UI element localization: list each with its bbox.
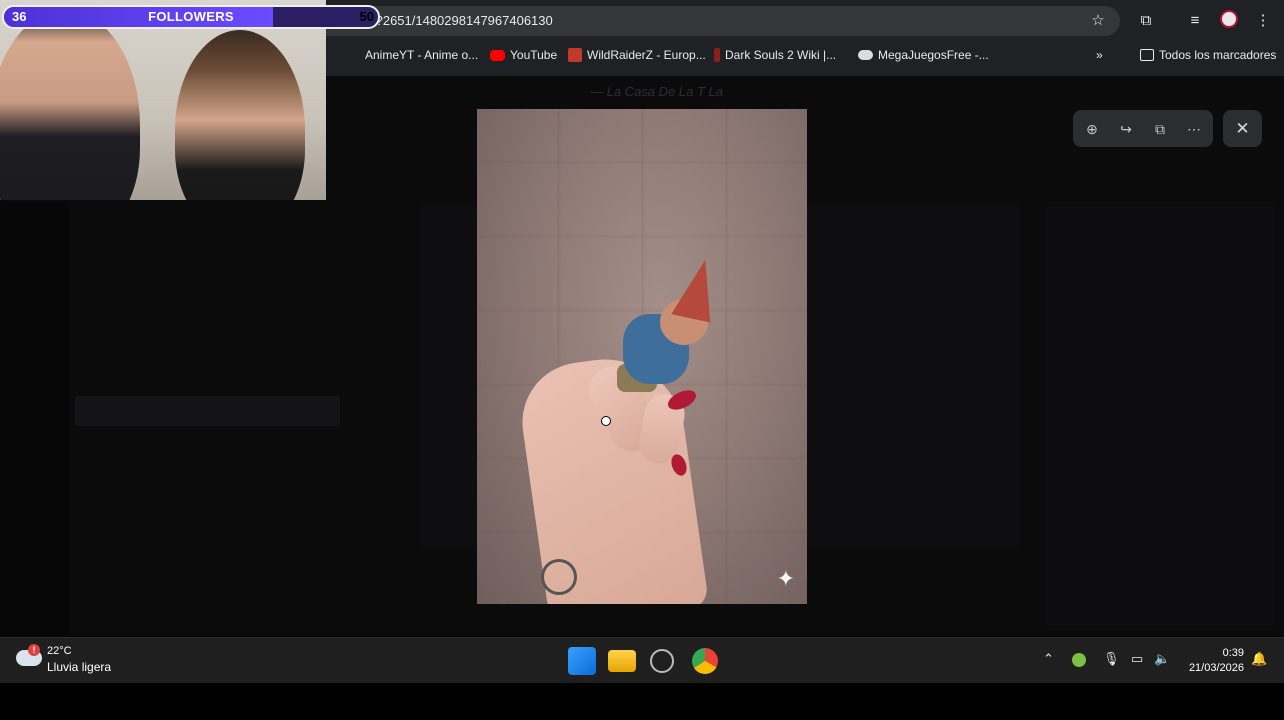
youtube-icon <box>490 49 505 61</box>
tray-app-icon[interactable] <box>1072 653 1086 667</box>
weather-alert-badge: ! <box>28 644 40 656</box>
zoom-in-icon[interactable]: ⊕ <box>1081 118 1103 140</box>
weather-temp: 22°C <box>47 645 72 657</box>
all-bookmarks-label: Todos los marcadores <box>1159 48 1277 62</box>
darksouls-icon <box>714 48 720 62</box>
followers-goal: 50 <box>359 9 374 24</box>
clock-date: 21/03/2026 <box>1188 662 1244 674</box>
media-control-icon[interactable]: ≡ <box>1184 10 1206 32</box>
wildraiderz-icon <box>568 48 582 62</box>
person-left <box>0 10 140 200</box>
tattoo <box>541 559 577 595</box>
chrome-icon[interactable] <box>692 648 718 674</box>
profile-avatar[interactable] <box>1218 10 1240 32</box>
close-icon[interactable]: ✕ <box>1223 110 1262 147</box>
star-icon[interactable]: ☆ <box>1087 10 1109 32</box>
bookmarks-bar: AnimeYT - Anime o... YouTube WildRaiderZ… <box>340 44 1284 68</box>
bookmark-wildraiderz[interactable]: WildRaiderZ - Europ... <box>568 48 706 62</box>
viewer-toolbar: ⊕ ↪ ⧉ ⋯ <box>1073 110 1213 147</box>
server-rail <box>0 201 70 641</box>
channel-highlight <box>75 396 340 426</box>
file-explorer-icon[interactable] <box>608 650 636 672</box>
clock-time: 0:39 <box>1222 647 1244 659</box>
microphone-icon[interactable]: 🎙 <box>1103 651 1120 667</box>
weather-desc: Lluvia ligera <box>47 660 112 674</box>
weather-widget[interactable]: ! 22°C Lluvia ligera <box>16 644 126 678</box>
windows-taskbar <box>0 637 1284 684</box>
bookmark-label: Dark Souls 2 Wiki |... <box>725 48 837 62</box>
all-bookmarks[interactable]: Todos los marcadores <box>1140 48 1276 62</box>
webcam-feed <box>0 0 326 200</box>
app-icon[interactable] <box>650 649 674 673</box>
letterbox <box>0 683 1284 720</box>
bookmark-animeyt[interactable]: AnimeYT - Anime o... <box>365 48 478 62</box>
sparkle-icon: ✦ <box>776 566 795 591</box>
system-clock[interactable]: 0:39 21/03/2026 <box>1189 646 1244 676</box>
more-icon[interactable]: ⋯ <box>1183 118 1205 140</box>
folder-icon <box>1140 49 1154 61</box>
gamepad-icon <box>858 50 873 60</box>
bookmark-darksouls[interactable]: Dark Souls 2 Wiki |... <box>714 48 836 62</box>
open-external-icon[interactable]: ⧉ <box>1149 118 1171 140</box>
notification-icon[interactable]: 🔔 <box>1251 651 1267 667</box>
chevron-up-icon[interactable]: ⌃ <box>1043 651 1054 667</box>
bookmark-label: YouTube <box>510 48 558 62</box>
member-list <box>1045 206 1275 626</box>
mouse-cursor <box>601 416 611 426</box>
start-icon[interactable] <box>568 647 596 675</box>
bookmark-label: MegaJuegosFree -... <box>878 48 989 62</box>
share-icon[interactable]: ↪ <box>1115 118 1137 140</box>
person-right <box>175 30 305 200</box>
volume-icon[interactable]: 🔈 <box>1154 651 1170 667</box>
gnome-hat <box>671 255 723 323</box>
bookmark-youtube[interactable]: YouTube <box>490 48 557 62</box>
extensions-icon[interactable]: ⧉ <box>1135 10 1157 32</box>
followers-goal-bar: 36 FOLLOWERS 50 <box>2 5 380 29</box>
browser-menu-icon[interactable]: ⋮ <box>1252 10 1274 32</box>
followers-label: FOLLOWERS <box>148 9 234 24</box>
viewer-image[interactable]: ✦ <box>477 109 807 604</box>
bookmark-megajuegos[interactable]: MegaJuegosFree -... <box>858 48 989 62</box>
network-icon[interactable]: ▭ <box>1131 651 1143 667</box>
bookmarks-overflow[interactable]: » <box>1096 48 1103 62</box>
bookmark-label: WildRaiderZ - Europ... <box>587 48 706 62</box>
server-title: — La Casa De La T La <box>590 84 723 99</box>
bookmark-label: AnimeYT - Anime o... <box>365 48 479 62</box>
